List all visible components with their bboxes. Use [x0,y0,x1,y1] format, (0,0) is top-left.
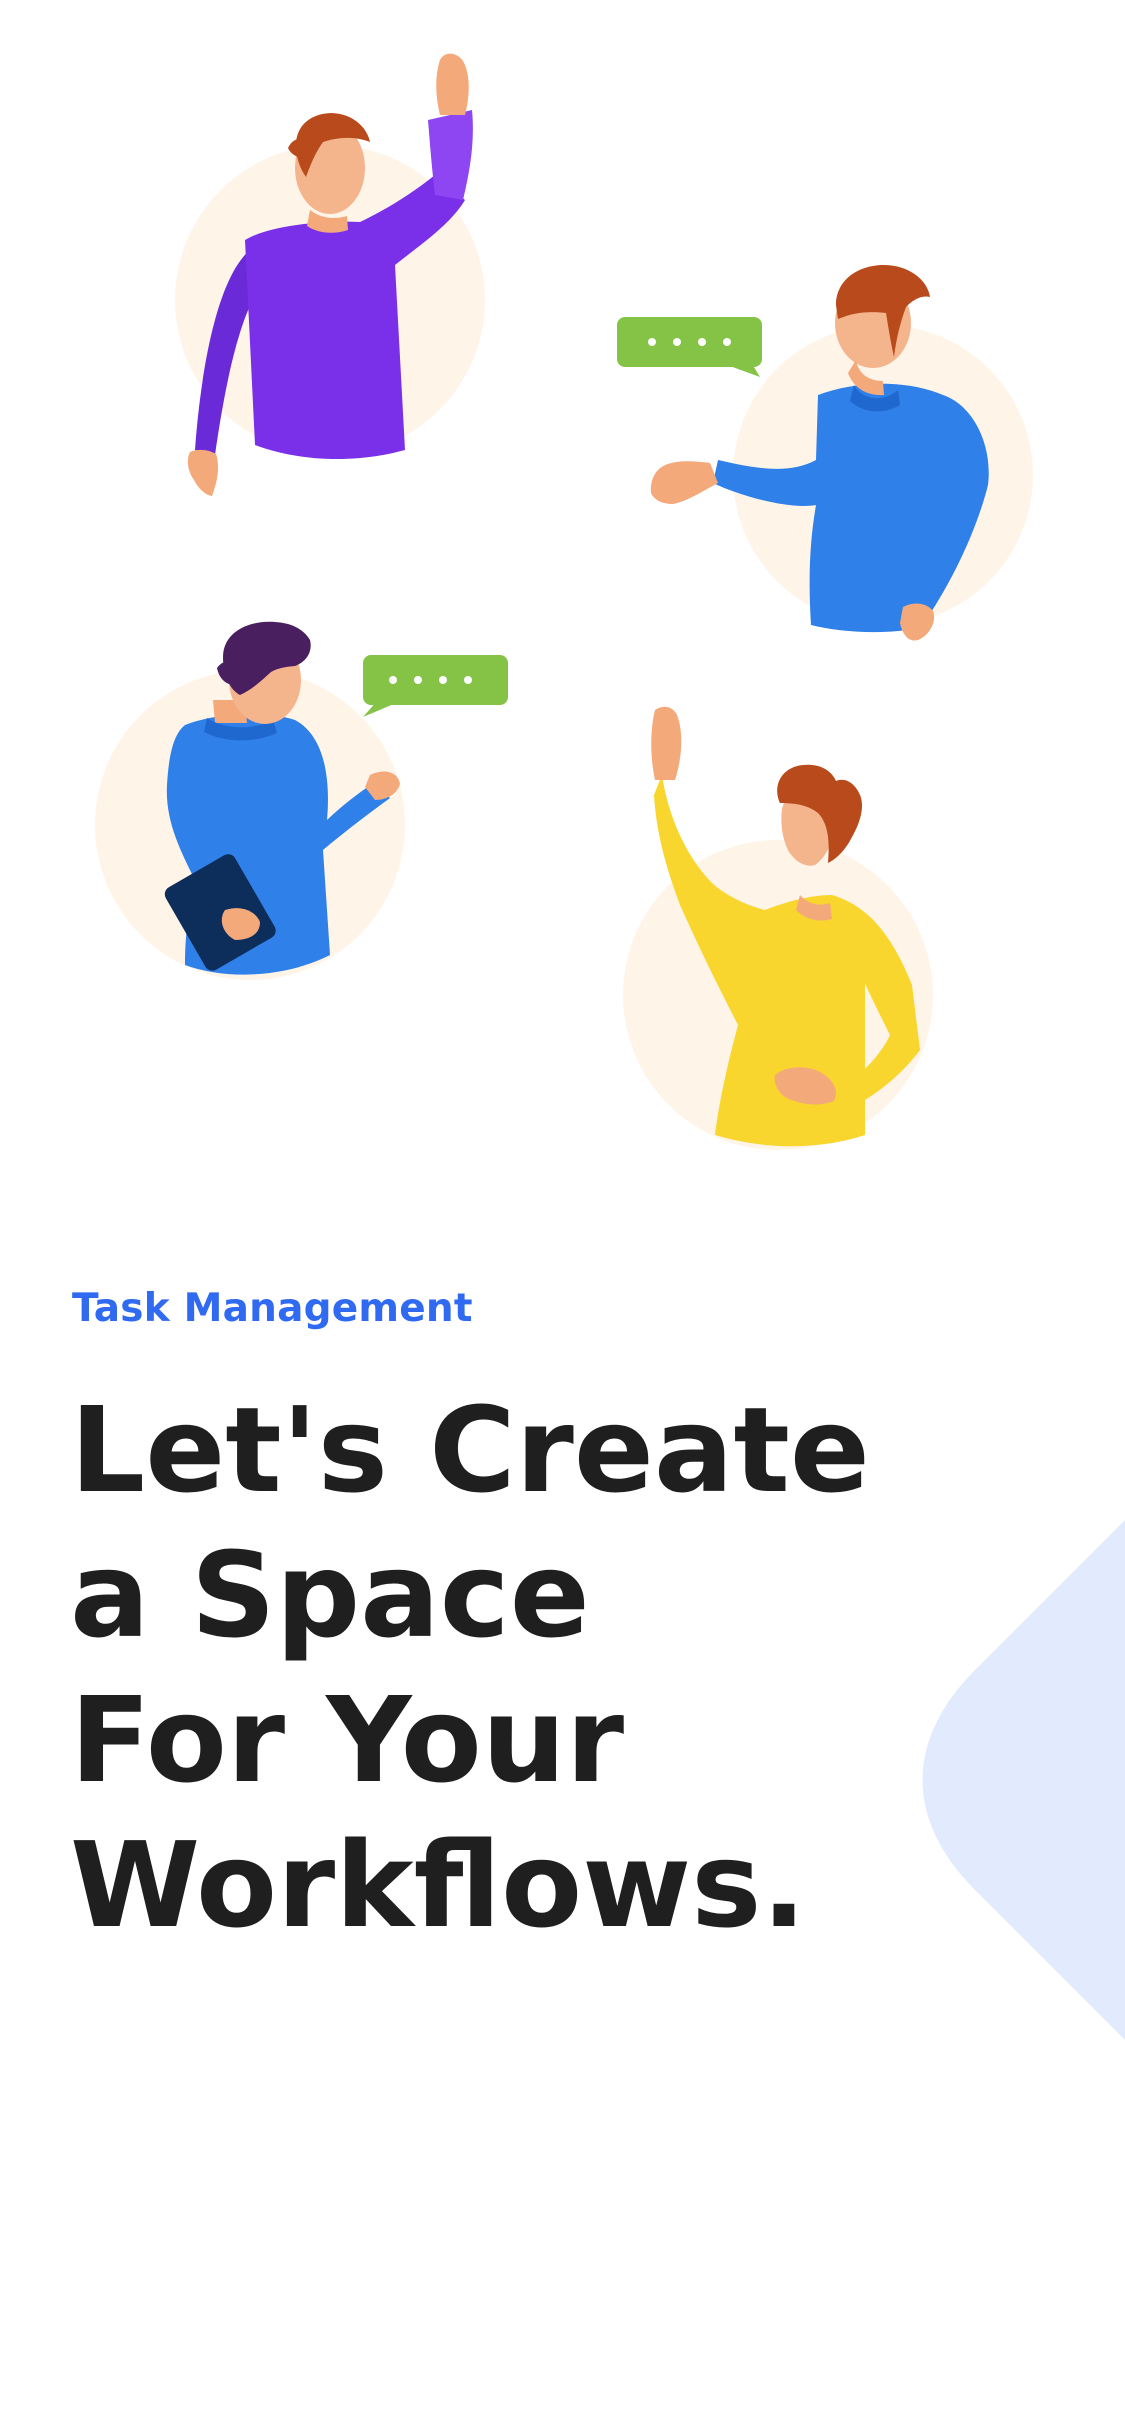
page-title-line-3: For Your [70,1671,625,1809]
page-title: Let's Create a Space For Your Workflows. [70,1378,870,1958]
page-title-line-1: Let's Create [70,1381,870,1519]
page-title-line-2: a Space [70,1526,590,1664]
decorative-corner-shape [922,1520,1125,2040]
onboarding-screen: Task Management Let's Create a Space For… [0,0,1125,2436]
tablet-person [95,621,405,980]
page-title-line-4: Workflows. [70,1816,807,1954]
talking-person [650,265,1033,641]
raising-hand-person [623,706,933,1150]
team-illustration [0,0,1125,1180]
waving-person [175,53,485,496]
eyebrow-label: Task Management [72,1286,473,1331]
